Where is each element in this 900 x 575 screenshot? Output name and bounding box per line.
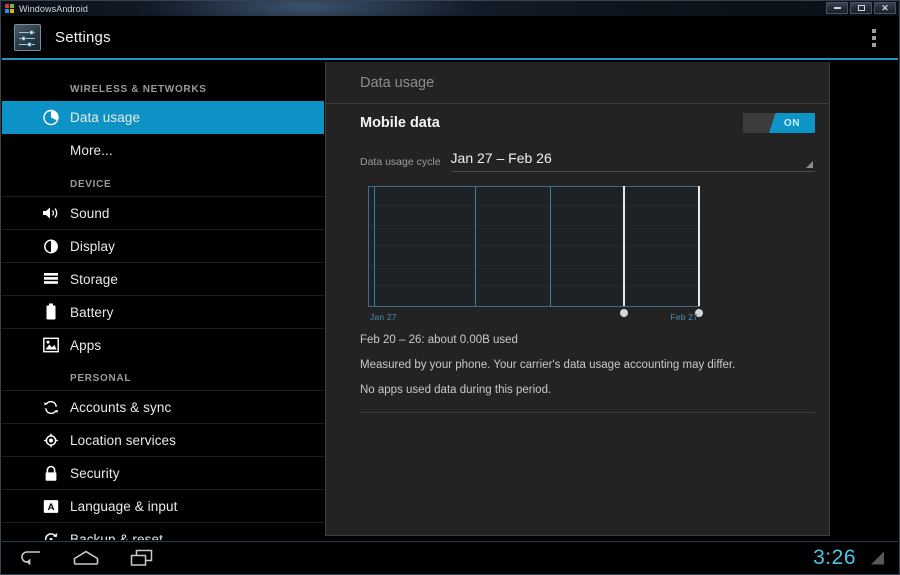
cycle-spinner[interactable]: Jan 27 – Feb 26 <box>451 150 815 172</box>
language-a-icon: A <box>42 498 59 515</box>
sweep-knob-icon <box>620 309 628 317</box>
sidebar-item-label: Location services <box>70 433 176 448</box>
sidebar-item-label: Data usage <box>70 110 140 125</box>
data-usage-cycle-row: Data usage cycle Jan 27 – Feb 26 <box>326 142 829 172</box>
close-button[interactable]: ✕ <box>874 2 896 14</box>
chevron-down-icon <box>806 161 813 168</box>
sidebar-item-display[interactable]: Display <box>2 229 324 262</box>
sidebar-item-label: Display <box>70 239 115 254</box>
close-icon: ✕ <box>881 4 889 13</box>
brightness-icon <box>42 238 59 255</box>
mobile-data-toggle[interactable]: ON <box>743 113 815 133</box>
sidebar-item-label: Sound <box>70 206 110 221</box>
chart-x-start-label: Jan 27 <box>370 312 397 322</box>
sidebar-item-data-usage[interactable]: Data usage <box>2 101 324 134</box>
location-target-icon <box>42 432 59 449</box>
sidebar-item-apps[interactable]: Apps <box>2 328 324 361</box>
panel-tab-header: Data usage <box>326 62 829 104</box>
chart-gridline <box>475 187 476 307</box>
minimize-icon <box>834 7 841 9</box>
cycle-value: Jan 27 – Feb 26 <box>451 150 552 166</box>
lock-icon <box>42 465 59 482</box>
action-bar: Settings <box>2 17 898 60</box>
sidebar-item-label: More... <box>70 143 113 158</box>
window-titlebar[interactable]: WindowsAndroid ✕ <box>1 1 899 16</box>
sidebar-item-location-services[interactable]: Location services <box>2 423 324 456</box>
signal-triangle-icon <box>871 552 884 565</box>
app-window: WindowsAndroid ✕ Settings WIRELE <box>0 0 900 575</box>
pie-chart-icon <box>42 109 59 126</box>
sidebar-item-label: Accounts & sync <box>70 400 171 415</box>
content-divider <box>360 412 815 413</box>
chart-sweep-handle-right[interactable] <box>698 186 700 307</box>
mobile-data-row: Mobile data ON <box>326 104 829 142</box>
sidebar-item-label: Security <box>70 466 120 481</box>
home-button[interactable] <box>58 542 114 575</box>
mobile-data-label: Mobile data <box>360 115 440 131</box>
section-header-device: DEVICE <box>2 167 324 196</box>
sync-icon <box>42 399 59 416</box>
section-header-personal: PERSONAL <box>2 361 324 390</box>
apps-image-icon <box>42 337 59 354</box>
windows-logo-icon <box>5 4 14 13</box>
sidebar-item-language-input[interactable]: A Language & input <box>2 489 324 522</box>
maximize-icon <box>858 5 865 11</box>
sidebar-item-battery[interactable]: Battery <box>2 295 324 328</box>
settings-sidebar: WIRELESS & NETWORKS Data usage More... D… <box>2 62 324 540</box>
chart-x-end-label: Feb 27 <box>670 312 698 322</box>
data-usage-panel: Data usage Mobile data ON Data usage cyc… <box>325 62 830 536</box>
cycle-caption: Data usage cycle <box>360 156 441 172</box>
settings-sliders-icon <box>14 24 41 51</box>
overflow-menu-icon[interactable] <box>868 25 880 51</box>
main-stage: WIRELESS & NETWORKS Data usage More... D… <box>2 62 898 540</box>
home-icon <box>73 550 99 566</box>
recent-apps-button[interactable] <box>114 542 170 575</box>
sidebar-item-label: Battery <box>70 305 113 320</box>
battery-icon <box>42 304 59 321</box>
sidebar-item-backup-reset[interactable]: Backup & reset <box>2 522 324 540</box>
sidebar-item-more[interactable]: More... <box>2 134 324 167</box>
system-clock: 3:26 <box>813 546 856 570</box>
chart-plot-area <box>368 186 700 307</box>
sidebar-item-accounts-sync[interactable]: Accounts & sync <box>2 390 324 423</box>
system-navigation-bar: 3:26 <box>2 541 898 574</box>
window-buttons: ✕ <box>826 2 896 14</box>
app-title: Settings <box>55 29 111 46</box>
carrier-disclaimer-text: Measured by your phone. Your carrier's d… <box>326 359 829 371</box>
back-button[interactable] <box>2 542 58 575</box>
sidebar-item-storage[interactable]: Storage <box>2 262 324 295</box>
storage-icon <box>42 271 59 288</box>
maximize-button[interactable] <box>850 2 872 14</box>
data-usage-chart[interactable]: Jan 27 Feb 27 <box>368 186 700 314</box>
minimize-button[interactable] <box>826 2 848 14</box>
speaker-icon <box>42 205 59 222</box>
sidebar-item-label: Backup & reset <box>70 532 163 541</box>
sidebar-item-label: Storage <box>70 272 118 287</box>
backup-reset-icon <box>42 531 59 541</box>
back-arrow-icon <box>18 549 42 567</box>
sidebar-item-label: Language & input <box>70 499 177 514</box>
toggle-state-label: ON <box>784 118 800 129</box>
chart-sweep-handle-left[interactable] <box>623 186 625 307</box>
chart-gridline <box>374 187 375 307</box>
window-title: WindowsAndroid <box>19 4 88 14</box>
toggle-on-track: ON <box>769 113 815 133</box>
chart-axis-line <box>368 306 700 307</box>
titlebar-glow <box>141 1 471 16</box>
sidebar-item-security[interactable]: Security <box>2 456 324 489</box>
no-apps-text: No apps used data during this period. <box>326 384 829 396</box>
usage-summary-text: Feb 20 – 26: about 0.00B used <box>326 334 829 346</box>
chart-gridline <box>550 187 551 307</box>
section-header-wireless: WIRELESS & NETWORKS <box>2 84 324 101</box>
sidebar-item-sound[interactable]: Sound <box>2 196 324 229</box>
svg-text:A: A <box>47 502 54 513</box>
sidebar-item-label: Apps <box>70 338 101 353</box>
panel-tab-label: Data usage <box>360 75 434 91</box>
recent-apps-icon <box>130 549 154 567</box>
